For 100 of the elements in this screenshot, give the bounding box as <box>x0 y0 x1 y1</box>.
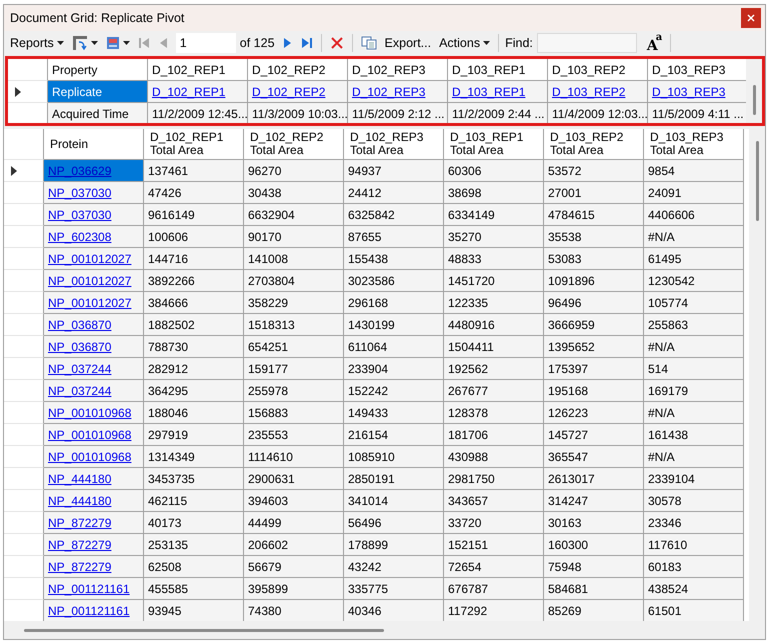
table-cell: 161438 <box>644 424 744 446</box>
table-cell: 27001 <box>544 182 644 204</box>
last-page-icon <box>300 37 313 49</box>
table-cell: 1085910 <box>344 446 444 468</box>
table-cell: 156883 <box>244 402 344 424</box>
page-number-field[interactable]: 1 <box>176 33 236 53</box>
column-subtitle: Total Area <box>350 144 404 157</box>
column-subtitle: Total Area <box>550 144 604 157</box>
table-cell: 56496 <box>344 512 444 534</box>
table-cell: 60183 <box>644 556 744 578</box>
table-cell: 35270 <box>444 226 544 248</box>
table-cell: 6334149 <box>444 204 544 226</box>
table-cell: 44499 <box>244 512 344 534</box>
find-field[interactable] <box>536 33 637 53</box>
table-cell: 128378 <box>444 402 544 424</box>
table-cell: 384666 <box>144 292 244 314</box>
table-cell: 56679 <box>244 556 344 578</box>
table-cell: 611064 <box>344 336 444 358</box>
row-selector[interactable] <box>8 81 48 103</box>
table-cell: 30438 <box>244 182 344 204</box>
table-cell: 314247 <box>544 490 644 512</box>
table-cell: #N/A <box>644 402 744 424</box>
table-cell: 2339104 <box>644 468 744 490</box>
table-cell: 175397 <box>544 358 644 380</box>
table-cell: 60306 <box>444 160 544 182</box>
table-cell: 160300 <box>544 534 644 556</box>
table-cell: 2981750 <box>444 468 544 490</box>
previous-page-icon <box>158 37 170 49</box>
table-cell: 365547 <box>544 446 644 468</box>
table-cell: 61495 <box>644 248 744 270</box>
table-cell: 11/4/2009 12:03... <box>548 103 648 123</box>
table-cell: 152151 <box>444 534 544 556</box>
row-selector[interactable] <box>4 160 44 182</box>
table-cell: 47426 <box>144 182 244 204</box>
reports-menu[interactable]: Reports <box>8 33 66 53</box>
table-cell: 30578 <box>644 490 744 512</box>
table-cell: 94937 <box>344 160 444 182</box>
table-cell: 4784615 <box>544 204 644 226</box>
column-title: D_103_REP2 <box>550 131 624 144</box>
column-subtitle: Total Area <box>650 144 704 157</box>
table-cell: 74380 <box>244 600 344 621</box>
table-cell: 9854 <box>644 160 744 182</box>
column-subtitle: Total Area <box>450 144 504 157</box>
actions-menu[interactable]: Actions <box>437 33 492 53</box>
grid-layout-icon <box>106 36 120 50</box>
table-cell: 3892266 <box>144 270 244 292</box>
table-cell: 3023586 <box>344 270 444 292</box>
scrollbar-thumb[interactable] <box>752 85 756 115</box>
table-cell: 1451720 <box>444 270 544 292</box>
table-cell: 2613017 <box>544 468 644 490</box>
table-cell: 61501 <box>644 600 744 621</box>
table-cell: 96270 <box>244 160 344 182</box>
table-cell: #N/A <box>644 226 744 248</box>
table-cell: 38698 <box>444 182 544 204</box>
window-title: Document Grid: Replicate Pivot <box>10 11 184 25</box>
close-button[interactable] <box>741 8 761 28</box>
table-cell: 137461 <box>144 160 244 182</box>
table-cell: 11/2/2009 2:44 ... <box>448 103 548 123</box>
table-cell: 43242 <box>344 556 444 578</box>
first-page-icon <box>138 37 150 49</box>
column-header: D_102_REP3 <box>348 59 448 81</box>
column-header: Property <box>48 59 148 81</box>
table-cell: 11/3/2009 10:03... <box>248 103 348 123</box>
table-cell: 1882502 <box>144 314 244 336</box>
table-cell: 178899 <box>344 534 444 556</box>
table-cell: 192562 <box>444 358 544 380</box>
table-cell: 149433 <box>344 402 444 424</box>
table-cell: 105774 <box>644 292 744 314</box>
column-header: D_102_REP1 <box>148 59 248 81</box>
table-cell: 235553 <box>244 424 344 446</box>
column-title: D_103_REP3 <box>650 131 724 144</box>
table-cell: 1518313 <box>244 314 344 336</box>
current-row-icon <box>15 86 21 96</box>
scrollbar-thumb[interactable] <box>756 141 758 221</box>
row-header: Acquired Time <box>48 103 148 123</box>
table-cell: 62508 <box>144 556 244 578</box>
table-cell: 1230542 <box>644 270 744 292</box>
table-cell: 85269 <box>544 600 644 621</box>
table-cell: 1504411 <box>444 336 544 358</box>
table-cell: 6325842 <box>344 204 444 226</box>
table-cell: 152242 <box>344 380 444 402</box>
column-title: D_102_REP3 <box>350 131 424 144</box>
table-cell: 23346 <box>644 512 744 534</box>
column-header: D_103_REP2 <box>548 59 648 81</box>
table-cell: 282912 <box>144 358 244 380</box>
table-cell: 87655 <box>344 226 444 248</box>
table-cell: 2703804 <box>244 270 344 292</box>
scrollbar-thumb[interactable] <box>24 628 384 632</box>
table-cell: 1430199 <box>344 314 444 336</box>
table-cell: 9616149 <box>144 204 244 226</box>
table-cell: 159177 <box>244 358 344 380</box>
table-cell: 394603 <box>244 490 344 512</box>
close-icon <box>747 14 755 22</box>
table-cell: 233904 <box>344 358 444 380</box>
table-cell: 206602 <box>244 534 344 556</box>
export-button[interactable]: Export... <box>382 33 434 53</box>
column-header: Protein <box>44 129 144 160</box>
column-subtitle: Total Area <box>150 144 204 157</box>
table-cell: 335775 <box>344 578 444 600</box>
table-cell: 430988 <box>444 446 544 468</box>
